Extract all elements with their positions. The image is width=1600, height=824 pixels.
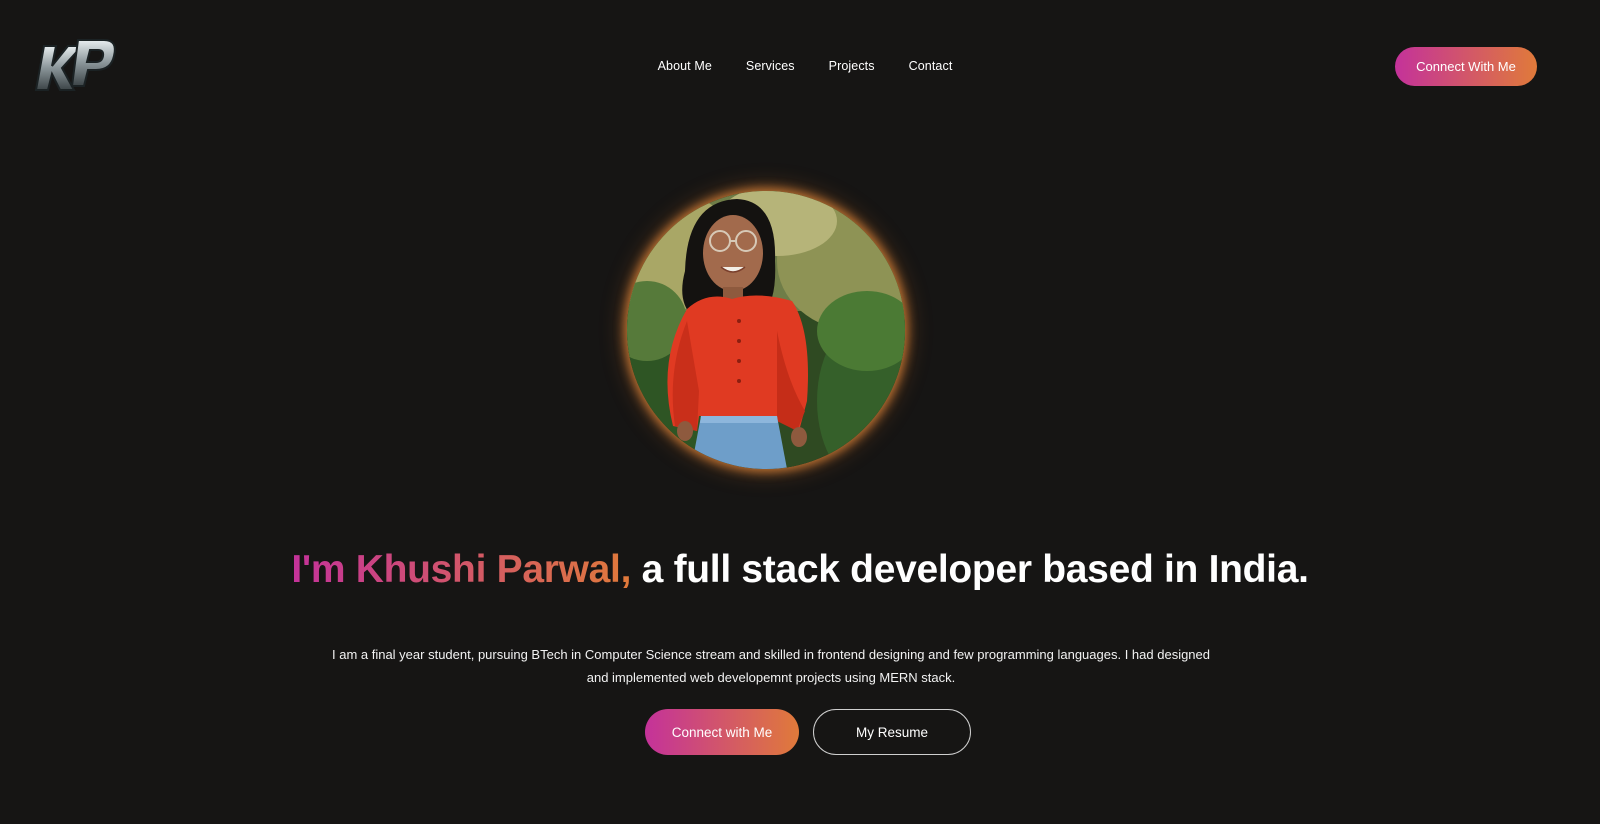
site-header: About Me Services Projects Contact Conne… — [0, 0, 1600, 130]
nav-contact[interactable]: Contact — [909, 56, 953, 76]
hero-headline: I'm Khushi Parwal, a full stack develope… — [0, 542, 1600, 598]
profile-photo — [627, 191, 905, 469]
nav-services[interactable]: Services — [746, 56, 795, 76]
header-connect-button[interactable]: Connect With Me — [1395, 47, 1537, 86]
nav-about-me[interactable]: About Me — [658, 56, 712, 76]
connect-with-me-button[interactable]: Connect with Me — [645, 709, 799, 755]
main-nav: About Me Services Projects Contact — [0, 56, 1600, 76]
profile-photo-image — [627, 191, 905, 469]
hero-headline-rest: a full stack developer based in India. — [631, 548, 1309, 592]
portfolio-page: About Me Services Projects Contact Conne… — [0, 0, 1600, 824]
nav-projects[interactable]: Projects — [829, 56, 875, 76]
my-resume-button[interactable]: My Resume — [813, 709, 971, 755]
hero-cta-row: Connect with Me My Resume — [0, 709, 1600, 755]
hero-bio: I am a final year student, pursuing BTec… — [331, 647, 1210, 685]
hero-name-highlight: I'm Khushi Parwal, — [291, 548, 632, 592]
